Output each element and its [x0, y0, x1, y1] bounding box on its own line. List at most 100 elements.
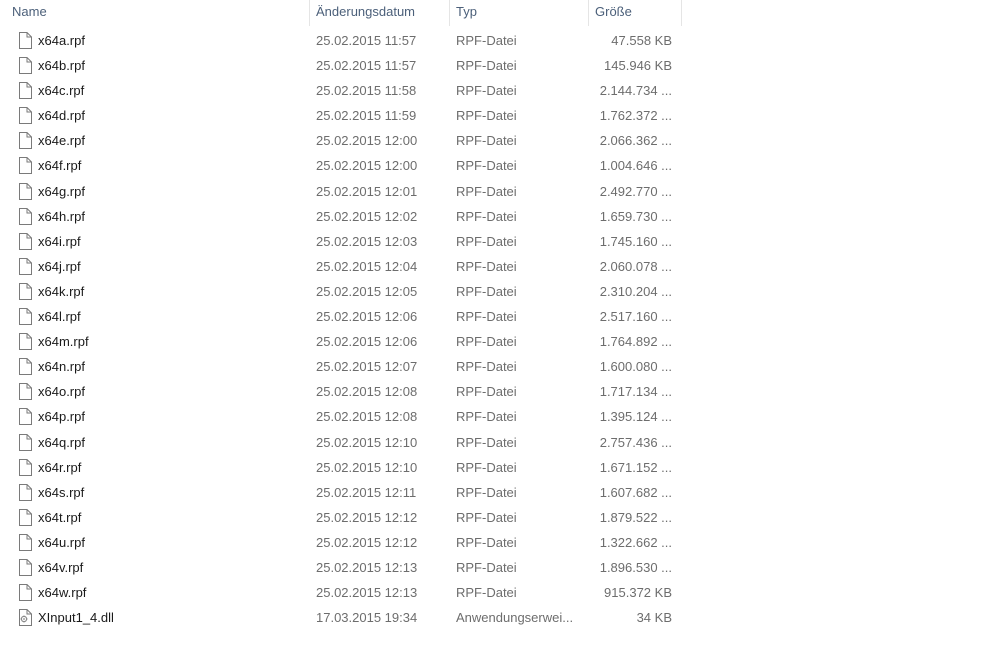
file-modified-date: 25.02.2015 11:59: [316, 108, 417, 124]
file-size: 1.764.892 ...: [599, 334, 672, 350]
file-size: 2.310.204 ...: [599, 283, 672, 299]
file-row[interactable]: x64p.rpf 25.02.2015 12:08 RPF-Datei 1.395.1…: [0, 404, 682, 429]
file-modified-date: 25.02.2015 12:08: [316, 384, 418, 400]
file-row[interactable]: x64u.rpf 25.02.2015 12:12 RPF-Datei 1.322.6…: [0, 530, 682, 555]
file-row[interactable]: x64a.rpf 25.02.2015 11:57 RPF-Datei 47.558 …: [0, 28, 682, 53]
file-row[interactable]: x64i.rpf 25.02.2015 12:03 RPF-Datei 1.745.1…: [0, 229, 682, 254]
file-size: 1.671.152 ...: [599, 459, 672, 475]
file-row[interactable]: x64c.rpf 25.02.2015 11:58 RPF-Datei 2.144.7…: [0, 78, 682, 103]
file-type: RPF-Datei: [456, 83, 517, 99]
file-row[interactable]: x64w.rpf 25.02.2015 12:13 RPF-Datei 915.372…: [0, 580, 682, 605]
file-row[interactable]: x64k.rpf 25.02.2015 12:05 RPF-Datei 2.310.2…: [0, 279, 682, 304]
file-name: x64f.rpf: [38, 158, 82, 174]
file-name: x64t.rpf: [38, 509, 82, 525]
column-header-type[interactable]: Typ: [450, 0, 588, 24]
file-name: x64b.rpf: [38, 58, 85, 74]
file-row[interactable]: x64v.rpf 25.02.2015 12:13 RPF-Datei 1.896.5…: [0, 555, 682, 580]
file-type: RPF-Datei: [456, 434, 517, 450]
file-name: x64k.rpf: [38, 283, 85, 299]
file-type: RPF-Datei: [456, 309, 517, 325]
file-name: x64j.rpf: [38, 258, 81, 274]
file-modified-date: 25.02.2015 12:02: [316, 208, 418, 224]
file-row[interactable]: x64q.rpf 25.02.2015 12:10 RPF-Datei 2.757.4…: [0, 430, 682, 455]
file-name: x64h.rpf: [38, 208, 85, 224]
file-name: x64l.rpf: [38, 309, 81, 325]
file-modified-date: 25.02.2015 12:04: [316, 258, 418, 274]
file-size: 1.717.134 ...: [599, 384, 672, 400]
file-icon: [18, 229, 34, 254]
file-type: RPF-Datei: [456, 585, 517, 601]
file-row[interactable]: x64f.rpf 25.02.2015 12:00 RPF-Datei 1.004.6…: [0, 153, 682, 178]
file-modified-date: 25.02.2015 12:00: [316, 133, 418, 149]
file-icon: [18, 505, 34, 530]
file-icon: [18, 455, 34, 480]
file-icon: [18, 254, 34, 279]
file-name: x64s.rpf: [38, 484, 85, 500]
file-size: 47.558 KB: [611, 33, 672, 48]
file-row[interactable]: x64b.rpf 25.02.2015 11:57 RPF-Datei 145.946…: [0, 53, 682, 78]
file-row[interactable]: x64e.rpf 25.02.2015 12:00 RPF-Datei 2.066.3…: [0, 128, 682, 153]
column-divider[interactable]: [681, 0, 682, 26]
file-type: RPF-Datei: [456, 459, 517, 475]
file-name: XInput1_4.dll: [38, 610, 114, 626]
file-name: x64o.rpf: [38, 384, 85, 400]
file-name: x64c.rpf: [38, 83, 85, 99]
file-modified-date: 25.02.2015 12:10: [316, 459, 418, 475]
file-type: RPF-Datei: [456, 534, 517, 550]
file-modified-date: 25.02.2015 12:13: [316, 559, 418, 575]
file-size: 1.896.530 ...: [599, 559, 672, 575]
file-row[interactable]: x64j.rpf 25.02.2015 12:04 RPF-Datei 2.060.0…: [0, 254, 682, 279]
file-name: x64g.rpf: [38, 183, 85, 199]
file-icon: [18, 430, 34, 455]
file-row[interactable]: x64t.rpf 25.02.2015 12:12 RPF-Datei 1.879.5…: [0, 505, 682, 530]
file-row[interactable]: x64d.rpf 25.02.2015 11:59 RPF-Datei 1.762.3…: [0, 103, 682, 128]
file-type: Anwendungserwei...: [456, 610, 574, 626]
file-size: 2.757.436 ...: [599, 434, 672, 450]
file-name: x64p.rpf: [38, 409, 85, 425]
file-row[interactable]: x64r.rpf 25.02.2015 12:10 RPF-Datei 1.671.1…: [0, 455, 682, 480]
file-name: x64a.rpf: [38, 33, 85, 48]
file-row[interactable]: x64s.rpf 25.02.2015 12:11 RPF-Datei 1.607.6…: [0, 480, 682, 505]
dll-file-icon: [18, 605, 34, 630]
file-icon: [18, 28, 34, 53]
file-modified-date: 25.02.2015 12:11: [316, 484, 417, 500]
file-modified-date: 25.02.2015 12:01: [316, 183, 418, 199]
file-type: RPF-Datei: [456, 283, 517, 299]
file-size: 1.322.662 ...: [599, 534, 672, 550]
file-size: 1.004.646 ...: [599, 158, 672, 174]
column-header-size[interactable]: Größe: [589, 0, 682, 24]
file-row[interactable]: x64n.rpf 25.02.2015 12:07 RPF-Datei 1.600.0…: [0, 354, 682, 379]
file-name: x64d.rpf: [38, 108, 85, 124]
file-name: x64r.rpf: [38, 459, 82, 475]
file-icon: [18, 530, 34, 555]
file-name: x64e.rpf: [38, 133, 85, 149]
file-name: x64w.rpf: [38, 585, 87, 601]
file-icon: [18, 153, 34, 178]
file-type: RPF-Datei: [456, 384, 517, 400]
file-modified-date: 25.02.2015 12:13: [316, 585, 418, 601]
column-header-name[interactable]: Name: [6, 0, 309, 24]
file-type: RPF-Datei: [456, 334, 517, 350]
file-name: x64v.rpf: [38, 559, 84, 575]
file-type: RPF-Datei: [456, 559, 517, 575]
file-row[interactable]: x64o.rpf 25.02.2015 12:08 RPF-Datei 1.717.1…: [0, 379, 682, 404]
file-size: 2.144.734 ...: [599, 83, 672, 99]
file-size: 34 KB: [636, 610, 672, 626]
file-row[interactable]: x64l.rpf 25.02.2015 12:06 RPF-Datei 2.517.1…: [0, 304, 682, 329]
file-size: 915.372 KB: [604, 585, 672, 601]
file-row[interactable]: x64g.rpf 25.02.2015 12:01 RPF-Datei 2.492.7…: [0, 179, 682, 204]
file-modified-date: 25.02.2015 12:08: [316, 409, 418, 425]
file-modified-date: 25.02.2015 11:58: [316, 83, 417, 99]
file-modified-date: 25.02.2015 12:12: [316, 509, 418, 525]
column-header-date[interactable]: Änderungsdatum: [310, 0, 449, 24]
file-icon: [18, 379, 34, 404]
file-modified-date: 25.02.2015 12:03: [316, 233, 418, 249]
file-size: 1.762.372 ...: [599, 108, 672, 124]
file-size: 1.395.124 ...: [599, 409, 672, 425]
file-row[interactable]: x64m.rpf 25.02.2015 12:06 RPF-Datei 1.764.8…: [0, 329, 682, 354]
file-row[interactable]: XInput1_4.dll 17.03.2015 19:34 Anwendungse…: [0, 605, 682, 630]
file-row[interactable]: x64h.rpf 25.02.2015 12:02 RPF-Datei 1.659.7…: [0, 204, 682, 229]
file-modified-date: 25.02.2015 12:06: [316, 334, 418, 350]
file-name: x64q.rpf: [38, 434, 85, 450]
file-icon: [18, 204, 34, 229]
